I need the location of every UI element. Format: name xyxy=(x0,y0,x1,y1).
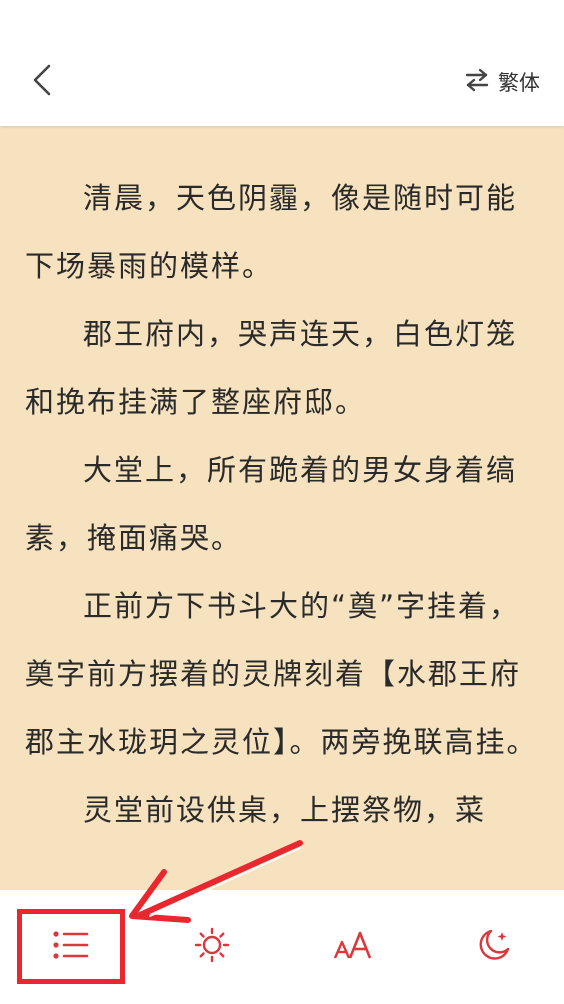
brightness-button[interactable] xyxy=(167,902,257,992)
toggle-label: 繁体 xyxy=(498,71,540,95)
reader-header: 繁体 xyxy=(0,0,564,126)
swap-arrows-icon xyxy=(464,67,490,97)
table-of-contents-button[interactable] xyxy=(26,902,116,992)
back-button[interactable] xyxy=(22,58,62,106)
brightness-icon xyxy=(194,927,230,967)
night-mode-icon xyxy=(476,927,512,967)
paragraph: 郡王府内，哭声连天，白色灯笼和挽布挂满了整座府邸。 xyxy=(25,317,518,419)
night-mode-button[interactable] xyxy=(449,902,539,992)
paragraph: 清晨，天色阴霾，像是随时可能下场暴雨的模样。 xyxy=(25,181,518,283)
paragraph: 大堂上，所有跪着的男女身着缟素，掩面痛哭。 xyxy=(25,453,518,555)
font-size-button[interactable] xyxy=(308,902,398,992)
reading-area[interactable]: 清晨，天色阴霾，像是随时可能下场暴雨的模样。 郡王府内，哭声连天，白色灯笼和挽布… xyxy=(0,126,564,890)
chapter-text: 清晨，天色阴霾，像是随时可能下场暴雨的模样。 郡王府内，哭声连天，白色灯笼和挽布… xyxy=(0,126,564,844)
paragraph: 正前方下书斗大的“奠”字挂着，奠字前方摆着的灵牌刻着【水郡王府郡主水珑玥之灵位】… xyxy=(25,589,538,759)
paragraph: 灵堂前设供桌，上摆祭物，菜 xyxy=(83,793,487,827)
reader-toolbar xyxy=(0,890,564,1004)
traditional-chinese-toggle[interactable]: 繁体 xyxy=(464,64,540,100)
list-icon xyxy=(52,930,90,964)
chevron-left-icon xyxy=(31,63,53,101)
font-size-icon xyxy=(333,930,373,964)
